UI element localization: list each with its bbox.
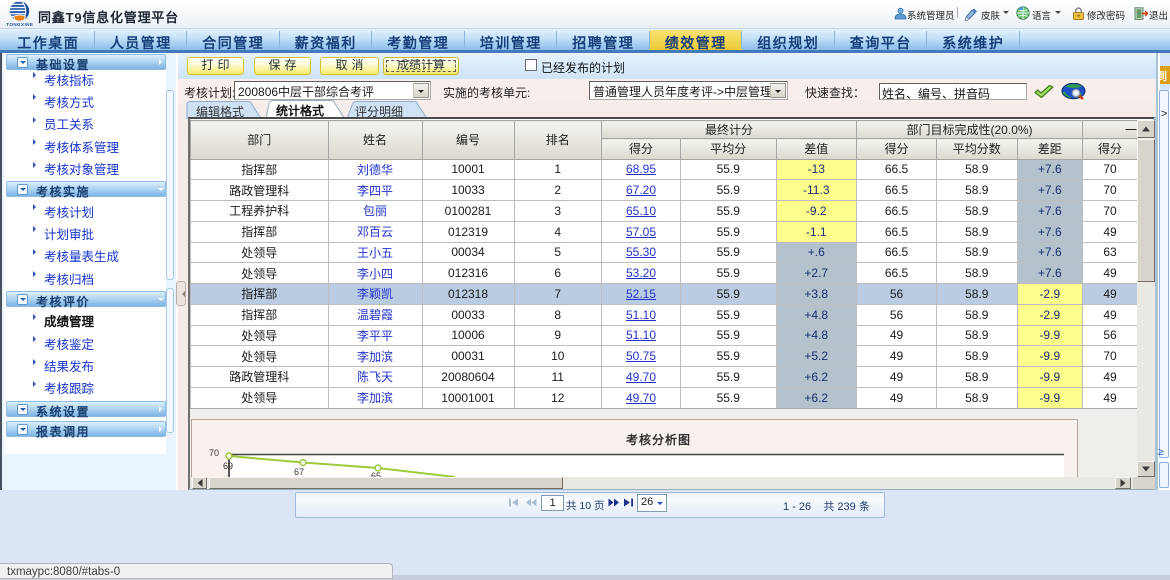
svg-text:69: 69 bbox=[223, 461, 233, 471]
svg-text:TONGXINE: TONGXINE bbox=[6, 22, 33, 27]
svg-text:67: 67 bbox=[294, 467, 304, 477]
svg-text:70: 70 bbox=[209, 448, 219, 458]
